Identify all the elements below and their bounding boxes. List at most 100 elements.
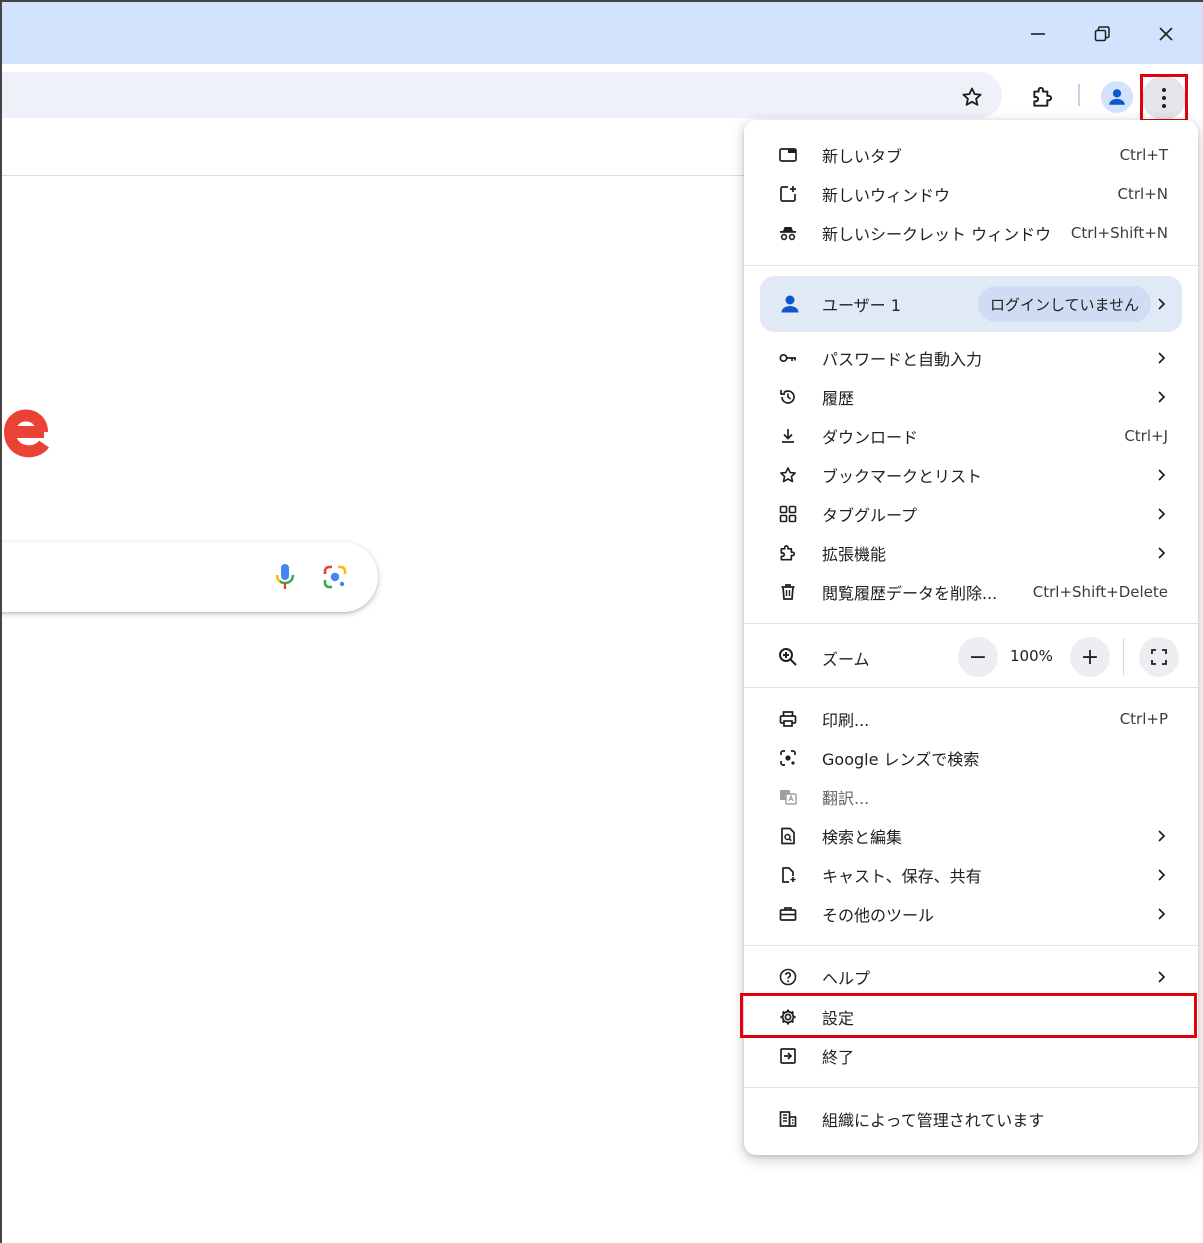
puzzle-icon (776, 541, 800, 565)
download-icon (776, 424, 800, 448)
lens-search-button[interactable] (318, 560, 352, 594)
chevron-right-icon (1158, 469, 1166, 481)
menu-item-passwords[interactable]: パスワードと自動入力 (744, 339, 1198, 377)
shortcut-text: Ctrl+N (1117, 185, 1168, 203)
menu-item-label: 組織によって管理されています (822, 1111, 1045, 1130)
mic-icon (275, 564, 295, 589)
minimize-icon (1031, 33, 1045, 35)
print-icon (776, 707, 800, 731)
menu-item-new-tab[interactable]: 新しいタブ Ctrl+T (744, 136, 1198, 174)
key-icon (776, 346, 800, 370)
menu-separator (744, 623, 1198, 624)
minimize-button[interactable] (1016, 16, 1060, 52)
chevron-right-icon (1158, 508, 1166, 520)
toolbar (2, 64, 1203, 122)
restore-icon (1094, 26, 1110, 42)
menu-item-bookmarks[interactable]: ブックマークとリスト (744, 456, 1198, 494)
close-button[interactable] (1144, 16, 1188, 52)
menu-separator (744, 1087, 1198, 1088)
google-lens-icon (323, 565, 347, 589)
menu-item-label: その他のツール (822, 906, 935, 925)
google-logo-fragment (3, 409, 49, 458)
menu-item-label: ダウンロード (822, 428, 919, 447)
menu-item-tab-groups[interactable]: タブグループ (744, 495, 1198, 533)
cast-icon (776, 863, 800, 887)
menu-separator (744, 265, 1198, 266)
menu-item-find-edit[interactable]: 検索と編集 (744, 817, 1198, 855)
page-divider (2, 175, 762, 176)
menu-button-highlight (1140, 74, 1188, 122)
find-icon (776, 824, 800, 848)
menu-item-managed-by-organization[interactable]: 組織によって管理されています (744, 1100, 1198, 1138)
menu-item-label: パスワードと自動入力 (822, 350, 983, 369)
history-icon (776, 385, 800, 409)
google-search-box[interactable] (2, 542, 378, 612)
profile-button[interactable] (1101, 81, 1133, 113)
menu-item-label: 印刷... (822, 711, 870, 730)
account-icon (1109, 89, 1125, 105)
zoom-value: 100% (1010, 647, 1053, 665)
address-bar[interactable] (2, 72, 1002, 118)
menu-item-downloads[interactable]: ダウンロード Ctrl+J (744, 417, 1198, 455)
menu-item-label: 検索と編集 (822, 828, 903, 847)
zoom-icon (779, 648, 797, 666)
menu-item-label: 新しいウィンドウ (822, 186, 951, 205)
menu-item-new-incognito-window[interactable]: 新しいシークレット ウィンドウ Ctrl+Shift+N (744, 214, 1198, 252)
zoom-in-button[interactable]: + (1070, 637, 1110, 677)
zoom-out-button[interactable]: − (958, 637, 998, 677)
fullscreen-button[interactable] (1139, 637, 1179, 677)
menu-item-label: キャスト、保存、共有 (822, 867, 982, 886)
shortcut-text: Ctrl+T (1119, 146, 1168, 164)
sign-in-status-badge: ログインしていません (978, 286, 1152, 322)
menu-item-label: タブグループ (822, 506, 918, 525)
help-icon (776, 965, 800, 989)
menu-item-clear-browsing-data[interactable]: 閲覧履歴データを削除... Ctrl+Shift+Delete (744, 573, 1198, 611)
menu-item-new-window[interactable]: 新しいウィンドウ Ctrl+N (744, 175, 1198, 213)
menu-separator (744, 945, 1198, 946)
menu-item-cast-save-share[interactable]: キャスト、保存、共有 (744, 856, 1198, 894)
account-icon (781, 295, 799, 313)
menu-item-help[interactable]: ヘルプ (744, 958, 1198, 996)
lens-icon (776, 746, 800, 770)
fullscreen-icon (1151, 649, 1167, 665)
chevron-right-icon (1158, 869, 1166, 881)
menu-item-history[interactable]: 履歴 (744, 378, 1198, 416)
chevron-right-icon (1158, 298, 1166, 310)
shortcut-text: Ctrl+P (1119, 710, 1168, 728)
menu-item-label: 閲覧履歴データを削除... (822, 584, 998, 603)
bookmark-button[interactable] (957, 82, 987, 112)
menu-item-extensions[interactable]: 拡張機能 (744, 534, 1198, 572)
translate-icon (776, 785, 800, 809)
title-bar (2, 2, 1203, 64)
star-icon (776, 463, 800, 487)
profile-name: ユーザー 1 (822, 296, 901, 315)
toolbox-icon (776, 902, 800, 926)
shortcut-text: Ctrl+Shift+N (1070, 224, 1168, 242)
menu-item-label: 終了 (822, 1048, 855, 1067)
trash-icon (776, 580, 800, 604)
menu-item-translate[interactable]: 翻訳... (744, 778, 1198, 816)
menu-item-label: ヘルプ (822, 969, 871, 988)
shortcut-text: Ctrl+Shift+Delete (1032, 583, 1168, 601)
chevron-right-icon (1158, 830, 1166, 842)
menu-zoom-row: ズーム − 100% + (744, 632, 1198, 682)
toolbar-separator (1078, 84, 1080, 106)
exit-icon (776, 1044, 800, 1068)
voice-search-button[interactable] (268, 560, 302, 594)
extensions-button[interactable] (1027, 81, 1059, 113)
chevron-right-icon (1158, 391, 1166, 403)
menu-profile-row[interactable]: ユーザー 1 ログインしていません (760, 276, 1182, 332)
menu-item-google-lens[interactable]: Google レンズで検索 (744, 739, 1198, 777)
menu-item-exit[interactable]: 終了 (744, 1037, 1198, 1075)
menu-item-print[interactable]: 印刷... Ctrl+P (744, 700, 1198, 738)
restore-button[interactable] (1080, 16, 1124, 52)
menu-item-label: 翻訳... (822, 789, 870, 808)
menu-item-label: 拡張機能 (822, 545, 887, 564)
building-icon (776, 1107, 800, 1131)
puzzle-icon (1033, 86, 1053, 107)
menu-item-label: 履歴 (822, 389, 855, 408)
settings-highlight (740, 993, 1197, 1038)
menu-item-label: ブックマークとリスト (822, 467, 983, 486)
menu-item-more-tools[interactable]: その他のツール (744, 895, 1198, 933)
chevron-right-icon (1158, 971, 1166, 983)
